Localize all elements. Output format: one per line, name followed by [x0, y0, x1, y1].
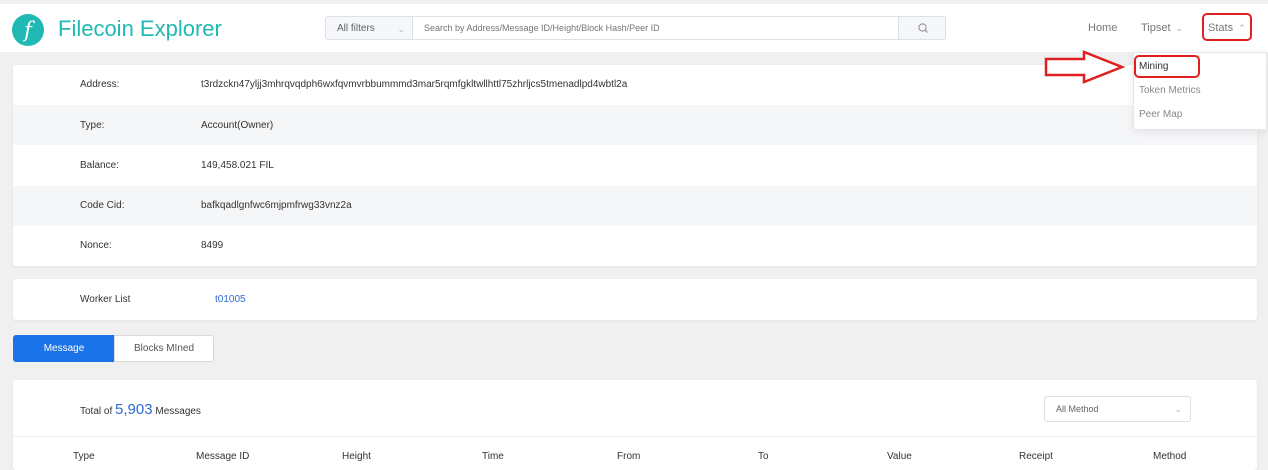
- worker-link[interactable]: t01005: [215, 293, 246, 307]
- table-row: [13, 186, 1257, 226]
- address-value: t3rdzckn47yljj3mhrqvqdph6wxfqvmvrbbummmd…: [201, 79, 628, 90]
- table-row: [13, 105, 1257, 145]
- column-header-value: Value: [887, 451, 912, 462]
- chevron-down-icon: ⌄: [1174, 404, 1182, 414]
- tab-message[interactable]: Message: [13, 335, 115, 362]
- address-label: Address:: [80, 79, 120, 90]
- code-cid-label: Code Cid:: [80, 200, 125, 211]
- annotation-arrow-icon: [1044, 50, 1126, 84]
- column-header-from: From: [617, 451, 641, 462]
- messages-total: Total of 5,903 Messages: [80, 399, 201, 423]
- column-header-method: Method: [1153, 451, 1187, 462]
- column-header-message-id: Message ID: [196, 451, 250, 462]
- nonce-value: 8499: [201, 240, 224, 251]
- total-prefix: Total of: [80, 406, 113, 417]
- code-cid-value: bafkqadlgnfwc6mjpmfrwg33vnz2a: [201, 200, 352, 211]
- filter-select-label: All filters: [337, 23, 375, 34]
- nav-home[interactable]: Home: [1088, 20, 1117, 36]
- site-title[interactable]: Filecoin Explorer: [58, 14, 222, 44]
- column-header-receipt: Receipt: [1019, 451, 1053, 462]
- method-filter-select[interactable]: All Method ⌄: [1044, 396, 1191, 422]
- search-icon: [918, 23, 928, 33]
- total-suffix: Messages: [155, 406, 201, 417]
- worker-list-label: Worker List: [80, 294, 131, 305]
- worker-list-card: [13, 279, 1257, 320]
- mining-highlight-box: [1134, 55, 1200, 78]
- nav-tipset[interactable]: Tipset ⌄: [1141, 20, 1183, 36]
- balance-label: Balance:: [80, 160, 119, 171]
- type-label: Type:: [80, 120, 105, 131]
- balance-value: 149,458.021 FIL: [201, 160, 274, 171]
- column-header-time: Time: [482, 451, 504, 462]
- search-input[interactable]: [413, 16, 899, 40]
- column-header-type: Type: [73, 451, 95, 462]
- search-button[interactable]: [898, 16, 946, 40]
- nav-tipset-label: Tipset: [1141, 22, 1171, 34]
- menu-item-token-metrics[interactable]: Token Metrics: [1139, 84, 1201, 98]
- method-filter-label: All Method: [1056, 404, 1099, 414]
- filter-select[interactable]: All filters ⌄: [325, 16, 413, 40]
- account-info-card: [13, 65, 1257, 266]
- filecoin-logo-icon[interactable]: f: [12, 14, 44, 46]
- type-value: Account(Owner): [201, 120, 274, 131]
- nonce-label: Nonce:: [80, 240, 112, 251]
- column-header-to: To: [758, 451, 769, 462]
- menu-item-peer-map[interactable]: Peer Map: [1139, 108, 1182, 122]
- divider: [13, 436, 1257, 437]
- chevron-down-icon: ⌄: [397, 24, 405, 34]
- tab-blocks-mined[interactable]: Blocks MIned: [114, 335, 214, 362]
- column-header-height: Height: [342, 451, 371, 462]
- chevron-down-icon: ⌄: [1175, 23, 1184, 33]
- stats-highlight-box: [1202, 13, 1252, 41]
- total-count: 5,903: [115, 401, 153, 418]
